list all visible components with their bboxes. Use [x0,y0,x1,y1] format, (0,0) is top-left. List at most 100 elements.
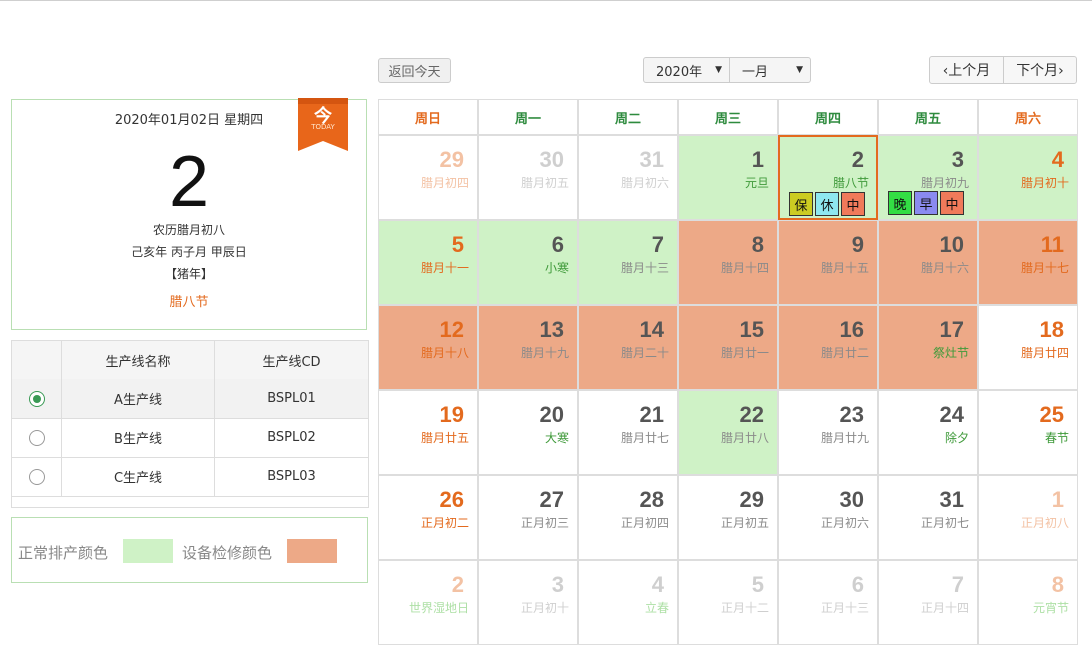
calendar-day[interactable]: 23 腊月廿九 [778,390,878,475]
shift-badge[interactable]: 保 [789,192,813,216]
calendar-day[interactable]: 13 腊月十九 [478,305,578,390]
day-number: 18 [1039,317,1064,342]
day-number: 4 [651,572,664,597]
line-code: BSPL01 [267,391,316,406]
weekday-header: 周四 [778,99,878,135]
festival-name: 腊八节 [169,295,209,310]
day-lunar: 腊月初十 [1020,176,1069,190]
month-select[interactable]: 一月 ▼ [729,57,811,83]
day-number: 6 [551,232,564,257]
calendar-day[interactable]: 15 腊月廿一 [678,305,778,390]
prev-month-button[interactable]: ‹上个月 [929,56,1004,84]
table-row[interactable]: B生产线 BSPL02 [12,418,368,458]
row-radio-cell[interactable] [12,379,62,418]
calendar-day[interactable]: 16 腊月廿二 [778,305,878,390]
day-number: 25 [1039,402,1064,427]
calendar-day[interactable]: 18 腊月廿四 [978,305,1078,390]
day-lunar: 正月初二 [420,516,469,530]
calendar-day[interactable]: 31 腊月初六 [578,135,678,220]
calendar-day[interactable]: 8 腊月十四 [678,220,778,305]
weekday-header: 周六 [978,99,1078,135]
today-ribbon-icon: 今 TODAY [298,98,348,151]
calendar-day[interactable]: 21 腊月廿七 [578,390,678,475]
day-number: 6 [851,572,864,597]
calendar-day[interactable]: 25 春节 [978,390,1078,475]
calendar-day[interactable]: 29 正月初五 [678,475,778,560]
calendar-day-selected[interactable]: 2 腊八节保休中 [778,135,878,220]
calendar-day[interactable]: 9 腊月十五 [778,220,878,305]
calendar-day[interactable]: 24 除夕 [878,390,978,475]
table-row[interactable]: A生产线 BSPL01 [12,379,368,419]
calendar-day[interactable]: 19 腊月廿五 [378,390,478,475]
calendar-day[interactable]: 14 腊月二十 [578,305,678,390]
day-number: 1 [751,147,764,172]
day-number: 20 [539,402,564,427]
row-radio[interactable] [28,468,45,485]
day-lunar: 元旦 [744,176,769,190]
shift-badge[interactable]: 中 [841,192,865,216]
calendar-day[interactable]: 5 腊月十一 [378,220,478,305]
table-row[interactable]: C生产线 BSPL03 [12,457,368,497]
calendar-day[interactable]: 29 腊月初四 [378,135,478,220]
calendar-day[interactable]: 6 小寒 [478,220,578,305]
weekday-header: 周日 [378,99,478,135]
day-number: 8 [751,232,764,257]
day-number: 3 [551,572,564,597]
calendar-day[interactable]: 28 正月初四 [578,475,678,560]
selected-day-number: 2 [168,142,210,222]
calendar-day[interactable]: 10 腊月十六 [878,220,978,305]
calendar-day[interactable]: 17 祭灶节 [878,305,978,390]
calendar-day[interactable]: 30 腊月初五 [478,135,578,220]
calendar-day[interactable]: 8 元宵节 [978,560,1078,645]
back-to-today-button[interactable]: 返回今天 [378,58,451,83]
row-radio-cell[interactable] [12,418,62,457]
calendar-day[interactable]: 20 大寒 [478,390,578,475]
shift-badge[interactable]: 休 [815,192,839,216]
shift-badge[interactable]: 晚 [888,191,912,215]
day-lunar: 元宵节 [1032,601,1069,615]
calendar-day[interactable]: 1 正月初八 [978,475,1078,560]
calendar-day[interactable]: 3 正月初十 [478,560,578,645]
weekday-header: 周五 [878,99,978,135]
day-lunar: 正月初四 [620,516,669,530]
next-month-button[interactable]: 下个月› [1003,56,1077,84]
year-select[interactable]: 2020年 ▼ [643,57,730,83]
calendar-day[interactable]: 2 世界湿地日 [378,560,478,645]
calendar-day[interactable]: 6 正月十三 [778,560,878,645]
day-lunar: 腊月廿四 [1020,346,1069,360]
calendar-day[interactable]: 30 正月初六 [778,475,878,560]
calendar-day[interactable]: 27 正月初三 [478,475,578,560]
calendar-day[interactable]: 7 正月十四 [878,560,978,645]
day-number: 22 [739,402,764,427]
weekday-header: 周三 [678,99,778,135]
calendar-day[interactable]: 12 腊月十八 [378,305,478,390]
calendar-day[interactable]: 31 正月初七 [878,475,978,560]
table-header-select [12,341,62,379]
row-radio[interactable] [28,390,45,407]
row-radio-cell[interactable] [12,457,62,496]
calendar-day[interactable]: 5 正月十二 [678,560,778,645]
shift-badge[interactable]: 早 [914,191,938,215]
day-lunar: 腊月廿九 [820,431,869,445]
calendar-day[interactable]: 1 元旦 [678,135,778,220]
day-number: 9 [851,232,864,257]
weekday-header: 周一 [478,99,578,135]
calendar-day[interactable]: 22 腊月廿八 [678,390,778,475]
day-number: 2 [451,572,464,597]
calendar-day[interactable]: 7 腊月十三 [578,220,678,305]
day-number: 16 [839,317,864,342]
calendar-day[interactable]: 4 立春 [578,560,678,645]
today-ribbon-label: TODAY [311,123,335,131]
day-lunar: 正月初六 [820,516,869,530]
top-divider [0,0,1092,1]
day-lunar: 腊月十三 [620,261,669,275]
row-radio[interactable] [28,429,45,446]
shift-badge[interactable]: 中 [940,191,964,215]
calendar-day[interactable]: 4 腊月初十 [978,135,1078,220]
calendar-day[interactable]: 3 腊月初九晚早中 [878,135,978,220]
calendar-day[interactable]: 26 正月初二 [378,475,478,560]
day-lunar: 正月初五 [720,516,769,530]
day-number: 13 [539,317,564,342]
calendar-day[interactable]: 11 腊月十七 [978,220,1078,305]
day-lunar: 腊月廿五 [420,431,469,445]
